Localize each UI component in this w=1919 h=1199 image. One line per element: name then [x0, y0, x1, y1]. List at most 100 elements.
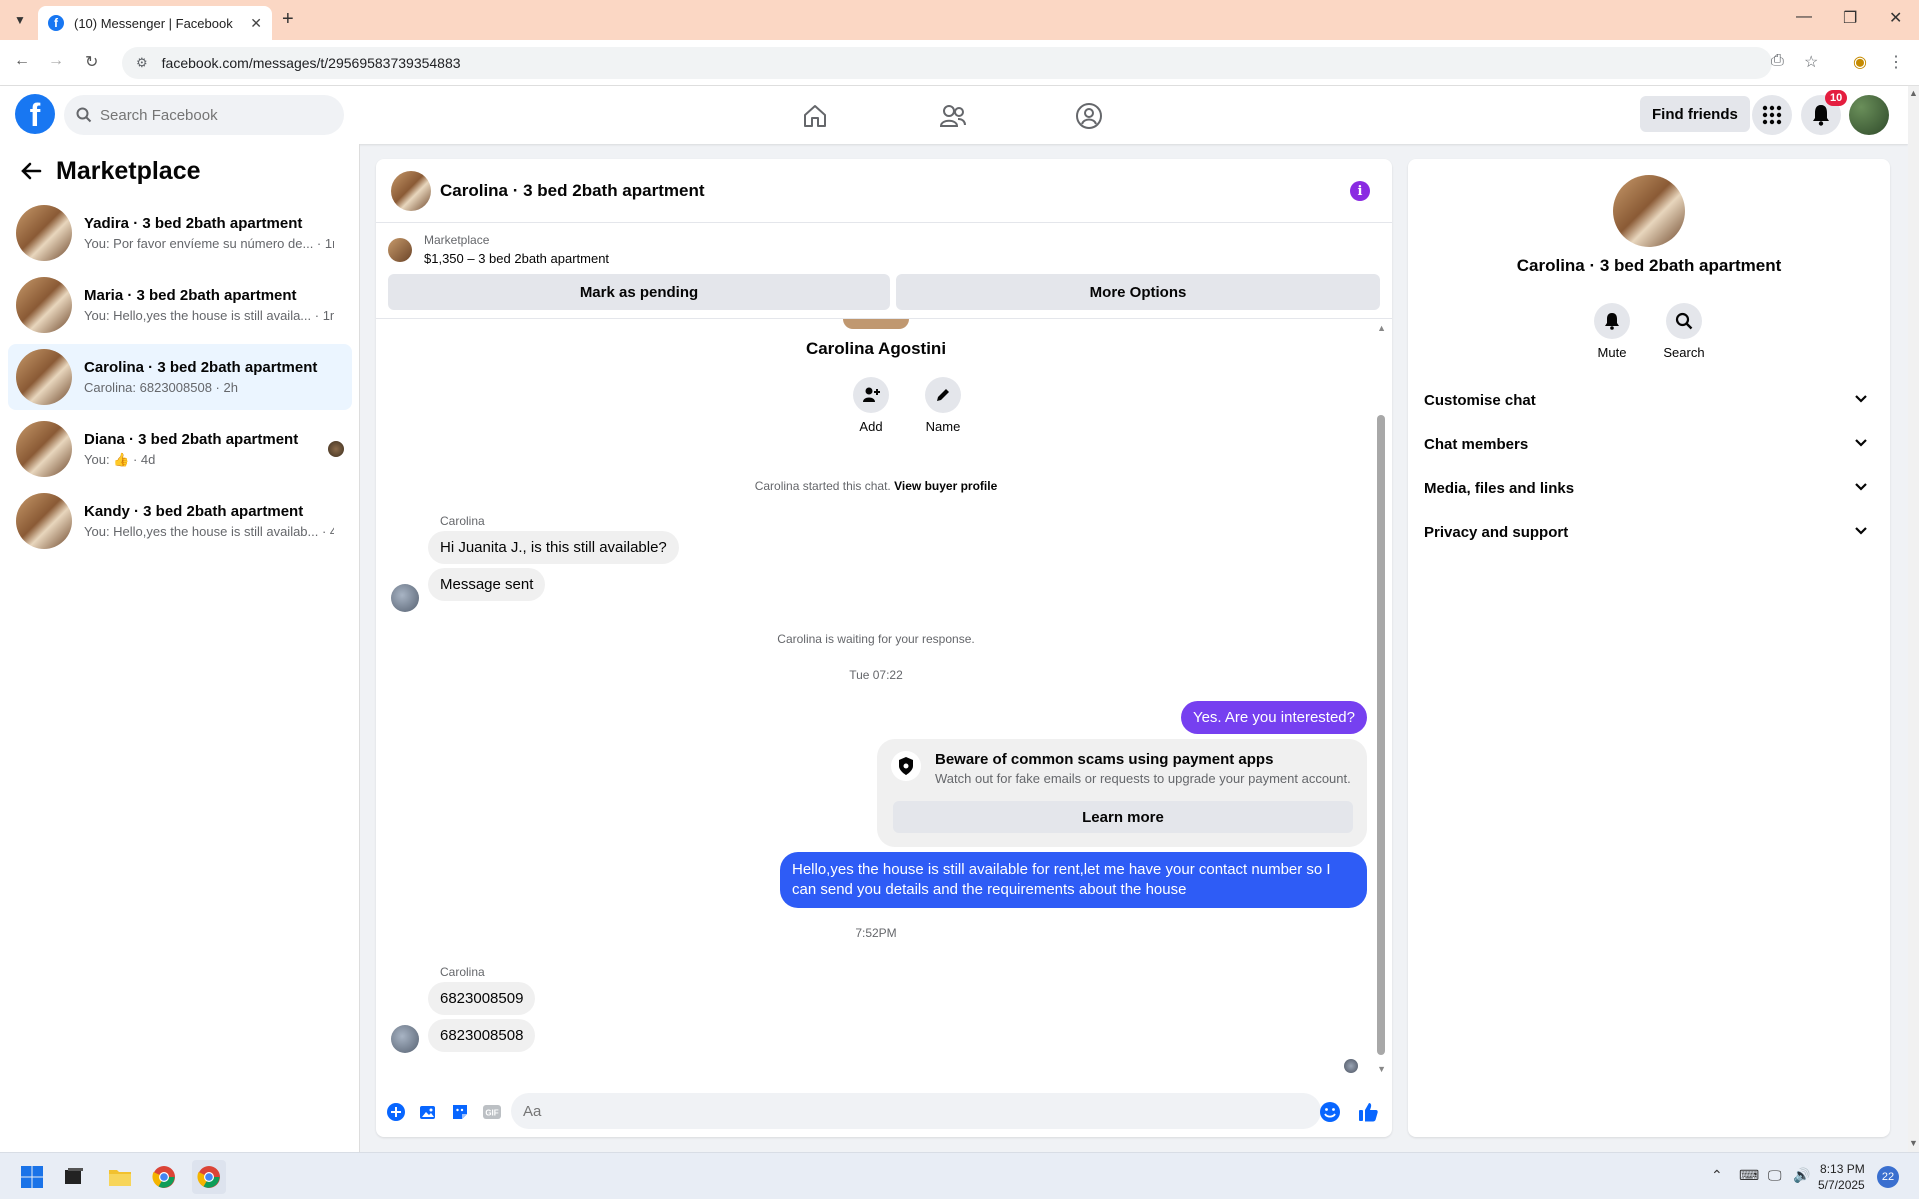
media-files-links-section[interactable]: Media, files and links	[1416, 470, 1882, 506]
conversation-item-kandy[interactable]: Kandy · 3 bed 2bath apartment You: Hello…	[8, 488, 352, 554]
add-person-icon	[863, 387, 880, 402]
tray-chevron-up-icon[interactable]: ⌃	[1711, 1167, 1723, 1184]
search-in-chat-button[interactable]: Search	[1654, 303, 1714, 360]
more-options-button[interactable]: More Options	[896, 274, 1380, 310]
privacy-support-section[interactable]: Privacy and support	[1416, 514, 1882, 550]
conversation-item-yadira[interactable]: Yadira · 3 bed 2bath apartment You: Por …	[8, 200, 352, 266]
browser-menu-icon[interactable]: ⋮	[1888, 52, 1904, 72]
install-app-icon[interactable]: ⎙	[1771, 52, 1784, 70]
message-input[interactable]	[523, 1102, 1273, 1120]
message-input-box[interactable]	[511, 1093, 1321, 1129]
incoming-message[interactable]: 6823008508	[428, 1019, 536, 1052]
system-clock[interactable]: 8:13 PM 5/7/2025	[1818, 1161, 1865, 1193]
listing-thumbnail	[388, 238, 412, 262]
search-input[interactable]	[100, 106, 320, 124]
restore-icon[interactable]: ❐	[1843, 8, 1857, 28]
scroll-down-arrow-icon[interactable]: ▼	[1377, 1064, 1386, 1074]
profile-icon[interactable]: ◉	[1853, 52, 1867, 72]
gif-icon[interactable]: GIF	[481, 1101, 503, 1123]
plus-circle-icon[interactable]	[385, 1101, 407, 1123]
notification-badge: 10	[1825, 90, 1848, 106]
task-view-icon[interactable]	[57, 1160, 91, 1194]
conversation-item-maria[interactable]: Maria · 3 bed 2bath apartment You: Hello…	[8, 272, 352, 338]
message-composer: GIF	[376, 1087, 1392, 1137]
mark-as-pending-button[interactable]: Mark as pending	[388, 274, 890, 310]
close-tab-icon[interactable]: ✕	[250, 15, 262, 32]
site-info-icon[interactable]: ⚙	[136, 55, 148, 71]
chrome-active-icon[interactable]	[192, 1160, 226, 1194]
url-input[interactable]: ⚙ facebook.com/messages/t/29569583739354…	[122, 47, 1772, 79]
minimize-icon[interactable]: —	[1796, 8, 1812, 26]
sender-avatar[interactable]	[391, 584, 419, 612]
chat-details-avatar[interactable]	[1613, 175, 1685, 247]
name-button[interactable]: Name	[913, 377, 973, 434]
network-icon[interactable]: 🖵	[1768, 1167, 1782, 1184]
search-icon	[76, 107, 92, 123]
facebook-logo[interactable]: f	[15, 94, 55, 134]
chevron-down-icon	[1855, 439, 1867, 447]
photo-icon[interactable]	[417, 1101, 439, 1123]
like-thumb-icon[interactable]	[1357, 1101, 1379, 1123]
file-explorer-icon[interactable]	[103, 1160, 137, 1194]
friends-nav-icon[interactable]	[933, 96, 973, 136]
view-buyer-profile-link[interactable]: View buyer profile	[894, 479, 997, 493]
groups-nav-icon[interactable]	[1069, 96, 1109, 136]
add-label: Add	[859, 419, 883, 434]
contact-name: Carolina Agostini	[805, 339, 947, 358]
conversation-name: Maria · 3 bed 2bath apartment	[84, 287, 297, 304]
timestamp: Tue 07:22	[849, 668, 903, 682]
chat-details-name: Carolina · 3 bed 2bath apartment	[1516, 256, 1782, 275]
home-nav-icon[interactable]	[795, 96, 835, 136]
chat-title[interactable]: Carolina · 3 bed 2bath apartment	[440, 181, 705, 201]
conversation-item-diana[interactable]: Diana · 3 bed 2bath apartment You: 👍 · 4…	[8, 416, 352, 482]
chat-avatar[interactable]	[391, 170, 431, 211]
close-window-icon[interactable]: ✕	[1889, 8, 1902, 28]
find-friends-button[interactable]: Find friends	[1640, 96, 1750, 132]
page-scroll-up-icon[interactable]: ▲	[1909, 88, 1918, 98]
listing-thumbnail	[16, 493, 72, 549]
bookmark-star-icon[interactable]: ☆	[1804, 52, 1818, 72]
chevron-down-icon	[1855, 527, 1867, 535]
outgoing-message[interactable]: Yes. Are you interested?	[1180, 701, 1367, 734]
chat-members-section[interactable]: Chat members	[1416, 426, 1882, 462]
preview-prefix: You:	[84, 451, 114, 467]
sticker-icon[interactable]	[449, 1101, 471, 1123]
chrome-icon[interactable]	[147, 1160, 181, 1194]
chat-scrollbar[interactable]	[1377, 415, 1385, 1055]
mute-button[interactable]: Mute	[1582, 303, 1642, 360]
emoji-icon[interactable]	[1319, 1101, 1341, 1123]
sender-avatar[interactable]	[391, 1025, 419, 1053]
info-icon[interactable]: i	[1350, 181, 1370, 201]
menu-grid-icon[interactable]	[1752, 95, 1792, 135]
listing-price[interactable]: $1,350 – 3 bed 2bath apartment	[424, 251, 609, 266]
learn-more-button[interactable]: Learn more	[893, 801, 1353, 833]
page-scrollbar[interactable]: ▲ ▼	[1908, 86, 1919, 1152]
conversation-preview: You: Hello,yes the house is still availa…	[84, 308, 334, 323]
incoming-message[interactable]: Message sent	[428, 568, 546, 601]
scam-warning-card: Beware of common scams using payment app…	[877, 739, 1367, 847]
browser-tab[interactable]: f (10) Messenger | Facebook ✕	[38, 6, 272, 40]
new-tab-button[interactable]: +	[282, 8, 294, 31]
notification-center-badge[interactable]: 22	[1877, 1166, 1899, 1188]
conversation-preview: You: Hello,yes the house is still availa…	[84, 524, 334, 539]
tab-list-chevron-icon[interactable]: ▼	[8, 8, 32, 32]
incoming-message[interactable]: Hi Juanita J., is this still available?	[428, 531, 679, 564]
page-scroll-down-icon[interactable]: ▼	[1909, 1138, 1918, 1148]
forward-icon[interactable]: →	[48, 52, 64, 70]
keyboard-icon[interactable]: ⌨	[1739, 1167, 1759, 1184]
account-avatar[interactable]	[1849, 95, 1889, 135]
windows-start-icon[interactable]	[15, 1160, 49, 1194]
conversation-item-carolina[interactable]: Carolina · 3 bed 2bath apartment Carolin…	[8, 344, 352, 410]
search-box[interactable]	[64, 95, 344, 135]
volume-icon[interactable]: 🔊	[1793, 1167, 1810, 1184]
incoming-message[interactable]: 6823008509	[428, 982, 536, 1015]
add-button[interactable]: Add	[841, 377, 901, 434]
back-arrow-icon[interactable]	[20, 160, 42, 188]
customise-chat-section[interactable]: Customise chat	[1416, 382, 1882, 418]
scroll-up-arrow-icon[interactable]: ▲	[1377, 323, 1386, 333]
waiting-text: Carolina is waiting for your response.	[777, 632, 975, 646]
listing-thumbnail	[16, 205, 72, 261]
back-icon[interactable]: ←	[14, 52, 30, 70]
reload-icon[interactable]: ↻	[85, 52, 98, 72]
outgoing-message[interactable]: Hello,yes the house is still available f…	[780, 852, 1367, 908]
